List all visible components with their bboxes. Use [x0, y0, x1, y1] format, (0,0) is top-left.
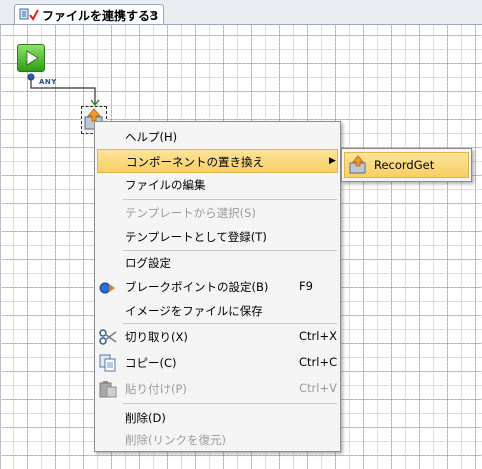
editor-tab-bar: ファイルを連携する3 ×	[0, 0, 482, 25]
breakpoint-icon	[99, 278, 117, 296]
menu-item-select-template: テンプレートから選択(S)	[125, 206, 256, 220]
menu-item-log-settings[interactable]: ログ設定	[97, 251, 338, 275]
menu-item-replace-component[interactable]: コンポーネントの置き換え ▶	[97, 149, 338, 173]
submenu-arrow-icon: ▶	[329, 156, 336, 166]
editor-tab[interactable]: ファイルを連携する3 ×	[14, 4, 164, 24]
menu-separator	[123, 199, 337, 200]
copy-icon	[99, 354, 117, 372]
context-menu: ヘルプ(H) コンポーネントの置き換え ▶ ファイルの編集 テンプレートから選択…	[94, 121, 341, 452]
menu-item-edit-file[interactable]: ファイルの編集	[97, 173, 338, 197]
menu-item-help[interactable]: ヘルプ(H)	[97, 125, 338, 149]
menu-item-delete-restore-link: 削除(リンクを復元)	[125, 433, 226, 447]
menu-separator	[123, 323, 337, 324]
replace-component-submenu: RecordGet	[341, 148, 472, 182]
menu-item-breakpoint[interactable]: ブレークポイントの設定(B) F9	[97, 275, 338, 299]
menu-item-register-template[interactable]: テンプレートとして登録(T)	[97, 225, 338, 249]
menu-item-cut[interactable]: 切り取り(X) Ctrl+X	[97, 325, 338, 349]
submenu-item-recordget[interactable]: RecordGet	[344, 152, 469, 178]
component-icon	[348, 155, 368, 175]
menu-separator	[123, 403, 337, 404]
play-icon	[26, 50, 39, 66]
flow-file-icon	[19, 7, 39, 22]
menu-item-paste: 貼り付け(P) Ctrl+V	[97, 377, 338, 401]
tab-title: ファイルを連携する3	[42, 9, 159, 23]
scissors-icon	[99, 328, 117, 346]
connector-label: ANY	[39, 78, 57, 86]
menu-item-delete[interactable]: 削除(D)	[97, 406, 338, 430]
start-node[interactable]	[17, 44, 45, 72]
paste-icon	[99, 380, 117, 398]
menu-item-copy[interactable]: コピー(C) Ctrl+C	[97, 351, 338, 375]
menu-item-save-image[interactable]: イメージをファイルに保存	[97, 299, 338, 323]
close-icon[interactable]: ×	[148, 7, 158, 21]
